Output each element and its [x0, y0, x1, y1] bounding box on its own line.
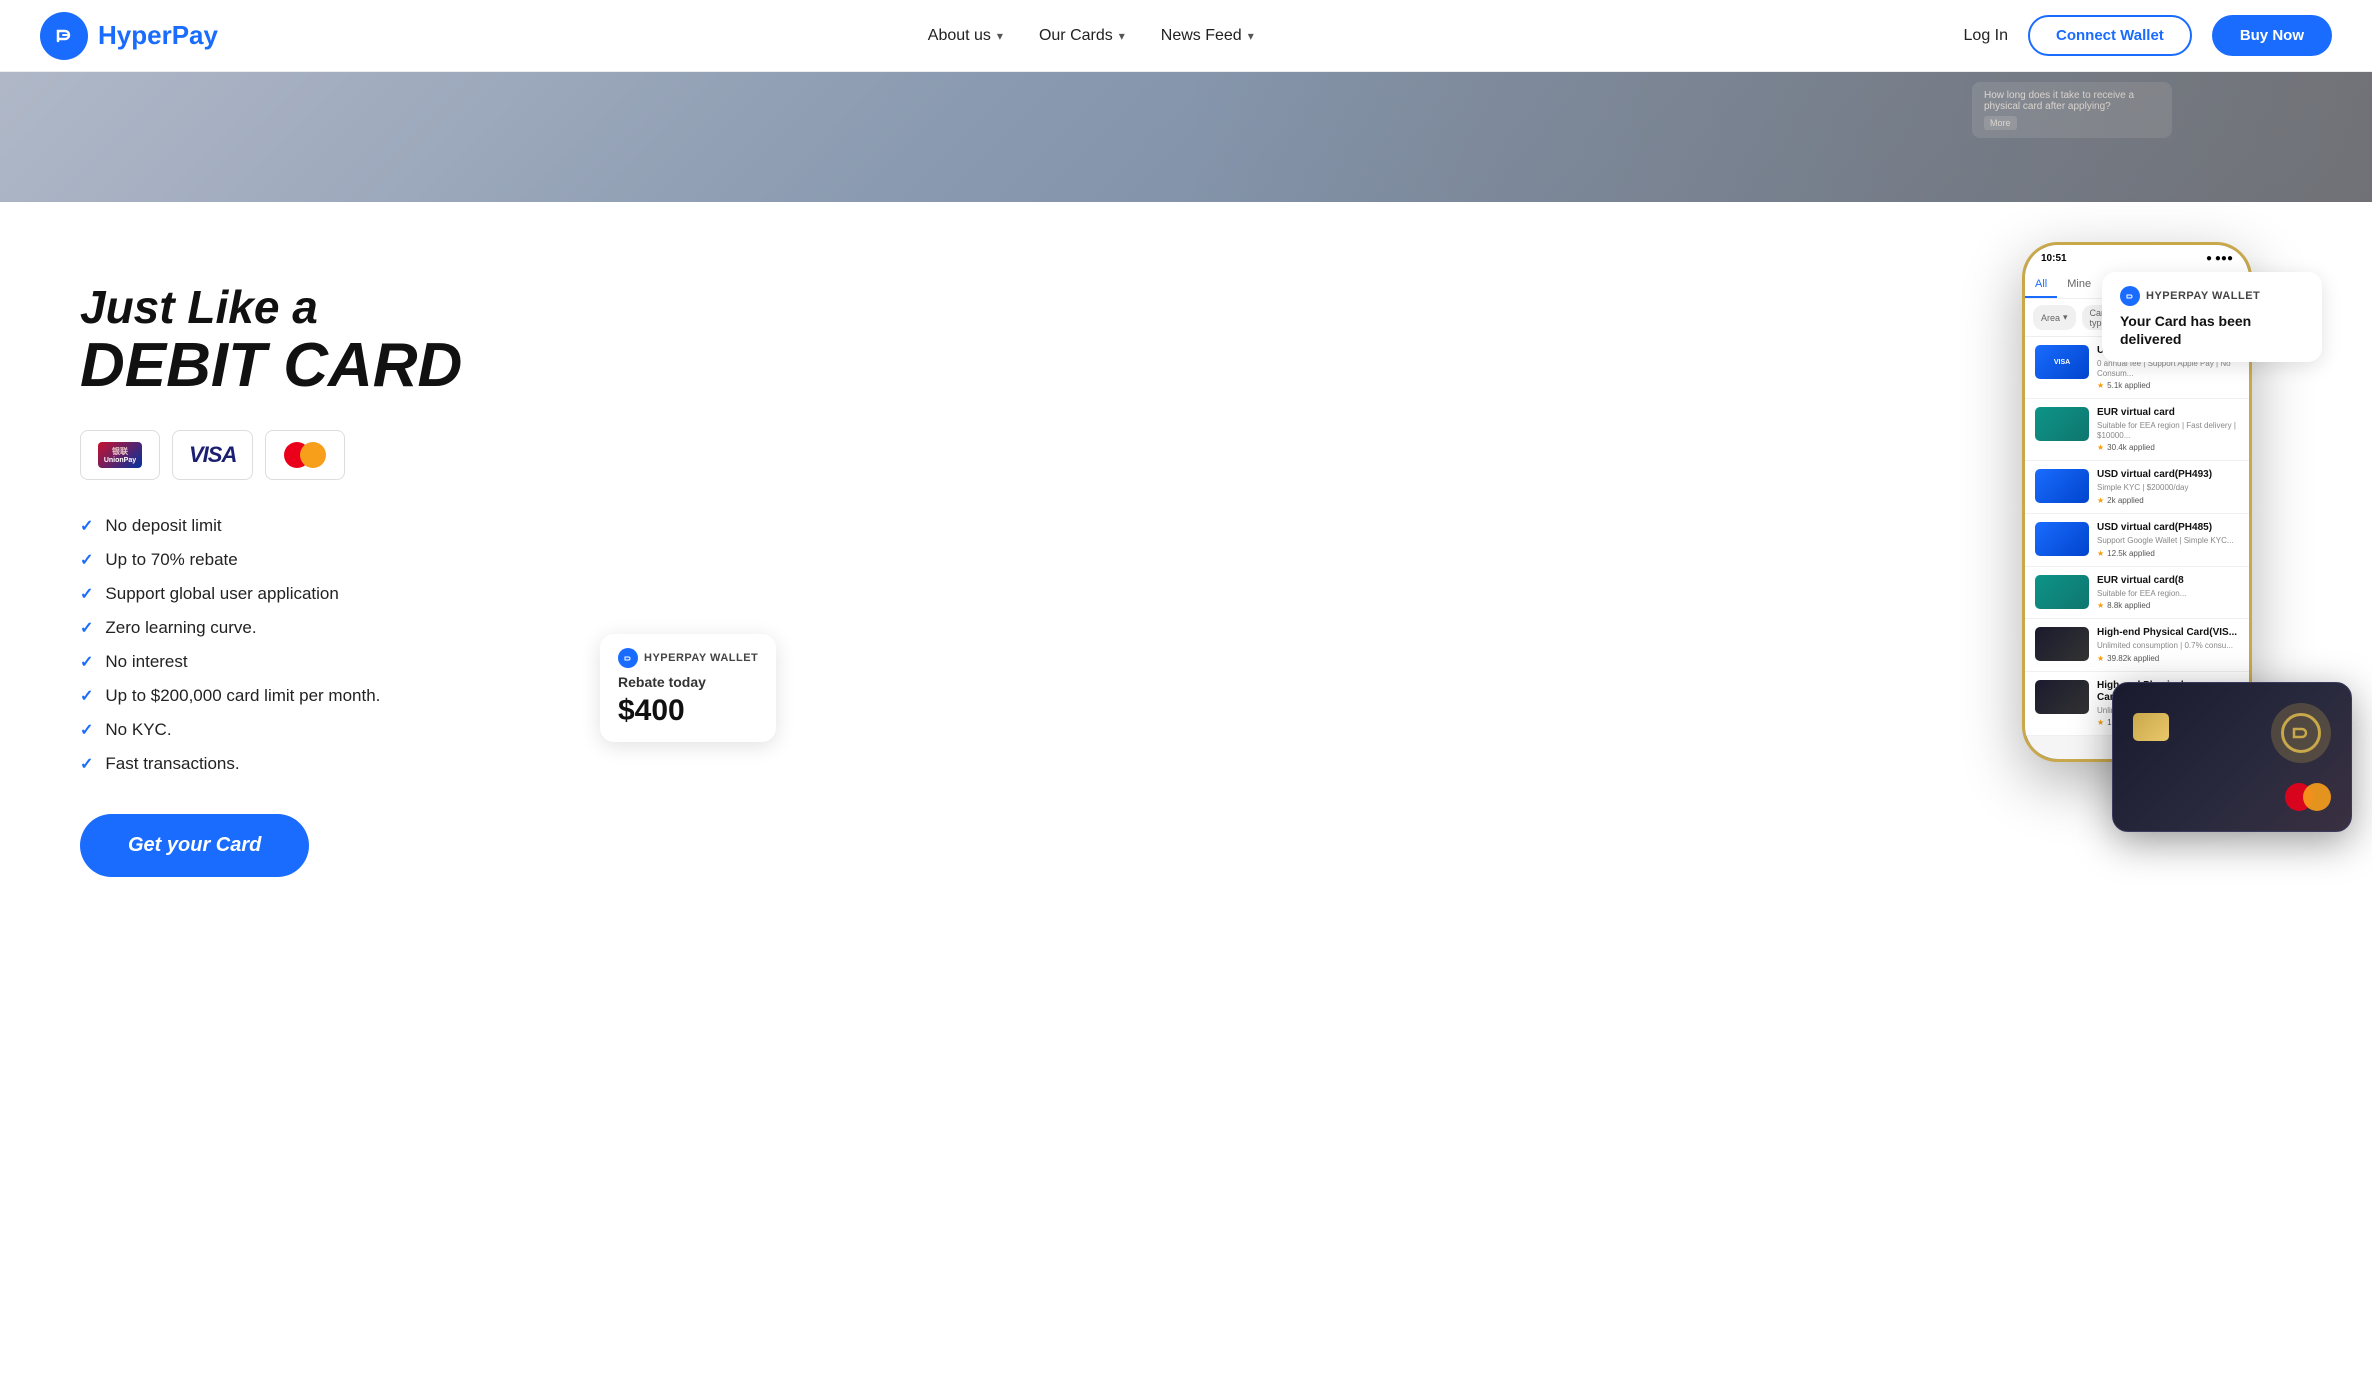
- unionpay-logo: 银联 UnionPay: [98, 442, 142, 468]
- main-section: Just Like a DEBIT CARD 银联 UnionPay VISA: [0, 202, 2372, 937]
- notif-rebate-logo: [618, 648, 638, 668]
- logo-icon: [40, 12, 88, 60]
- card-thumb: [2035, 680, 2089, 714]
- card-info: EUR virtual card Suitable for EEA region…: [2097, 407, 2239, 452]
- check-icon: ✓: [80, 550, 93, 570]
- filter-area[interactable]: Area ▾: [2033, 305, 2076, 330]
- notif-logo: [2120, 286, 2140, 306]
- phone-tab-all[interactable]: All: [2025, 272, 2057, 298]
- card-info: USD virtual card(PH493) Simple KYC | $20…: [2097, 469, 2239, 505]
- list-item: ✓ No interest: [80, 652, 560, 672]
- card-thumb: [2035, 627, 2089, 661]
- navbar: HyperPay About us ▾ Our Cards ▾ News Fee…: [0, 0, 2372, 72]
- check-icon: ✓: [80, 618, 93, 638]
- phone-icons: ● ●●●: [2206, 253, 2233, 264]
- notif-rebate-label: Rebate today: [618, 674, 758, 690]
- nav-links: About us ▾ Our Cards ▾ News Feed ▾: [928, 27, 1254, 45]
- card-logo-circle: [2271, 703, 2331, 763]
- check-icon: ✓: [80, 516, 93, 536]
- left-content: Just Like a DEBIT CARD 银联 UnionPay VISA: [80, 262, 560, 877]
- card-chip: [2133, 713, 2169, 741]
- card-info: USD virtual card(PH485) Support Google W…: [2097, 522, 2239, 558]
- connect-wallet-button[interactable]: Connect Wallet: [2028, 15, 2192, 56]
- right-content: HYPERPAY WALLET Your Card has been deliv…: [600, 262, 2312, 842]
- get-card-button[interactable]: Get your Card: [80, 814, 309, 877]
- card-thumb: [2035, 407, 2089, 441]
- headline: Just Like a DEBIT CARD: [80, 282, 560, 398]
- card-thumb: [2035, 522, 2089, 556]
- visa-logo: VISA: [189, 442, 236, 468]
- notification-delivered: HYPERPAY WALLET Your Card has been deliv…: [2102, 272, 2322, 362]
- card-thumb: [2035, 575, 2089, 609]
- card-logos: 银联 UnionPay VISA: [80, 430, 560, 480]
- card-thumb: [2035, 469, 2089, 503]
- list-item: ✓ No KYC.: [80, 720, 560, 740]
- list-item: ✓ No deposit limit: [80, 516, 560, 536]
- check-icon: ✓: [80, 652, 93, 672]
- nav-our-cards[interactable]: Our Cards ▾: [1039, 27, 1125, 45]
- log-in-button[interactable]: Log In: [1964, 27, 2008, 45]
- list-item: ✓ Zero learning curve.: [80, 618, 560, 638]
- nav-about-us[interactable]: About us ▾: [928, 27, 1003, 45]
- notif-header: HYPERPAY WALLET: [2120, 286, 2304, 306]
- features-list: ✓ No deposit limit ✓ Up to 70% rebate ✓ …: [80, 516, 560, 774]
- notif-delivered-message: Your Card has been delivered: [2120, 312, 2304, 348]
- card-info: High-end Physical Card(VIS... Unlimited …: [2097, 627, 2239, 663]
- card-thumb: VISA: [2035, 345, 2089, 379]
- mastercard-badge: [265, 430, 345, 480]
- hyperpay-card-logo: [2281, 713, 2321, 753]
- list-item: ✓ Fast transactions.: [80, 754, 560, 774]
- physical-card: [2112, 682, 2352, 832]
- unionpay-badge: 银联 UnionPay: [80, 430, 160, 480]
- phone-time: 10:51: [2041, 253, 2067, 264]
- logo[interactable]: HyperPay: [40, 12, 218, 60]
- hero-banner: How long does it take to receive a physi…: [0, 72, 2372, 202]
- check-icon: ✓: [80, 720, 93, 740]
- notif-rebate-brand: HYPERPAY WALLET: [644, 652, 758, 664]
- check-icon: ✓: [80, 754, 93, 774]
- nav-news-feed[interactable]: News Feed ▾: [1161, 27, 1254, 45]
- phone-card-item: EUR virtual card Suitable for EEA region…: [2025, 399, 2249, 461]
- notif-brand: HYPERPAY WALLET: [2146, 290, 2260, 302]
- chevron-down-icon: ▾: [997, 29, 1003, 43]
- check-icon: ✓: [80, 686, 93, 706]
- phone-card-item: EUR virtual card(8 Suitable for EEA regi…: [2025, 567, 2249, 620]
- notif-rebate-amount: $400: [618, 694, 758, 728]
- buy-now-button[interactable]: Buy Now: [2212, 15, 2332, 56]
- phone-card-item: USD virtual card(PH485) Support Google W…: [2025, 514, 2249, 567]
- chevron-down-icon: ▾: [1248, 29, 1254, 43]
- card-info: EUR virtual card(8 Suitable for EEA regi…: [2097, 575, 2239, 611]
- phone-status-bar: 10:51 ● ●●●: [2025, 245, 2249, 272]
- phone-card-item: USD virtual card(PH493) Simple KYC | $20…: [2025, 461, 2249, 514]
- list-item: ✓ Up to $200,000 card limit per month.: [80, 686, 560, 706]
- visa-badge: VISA: [172, 430, 253, 480]
- headline-line2: DEBIT CARD: [80, 333, 560, 398]
- nav-actions: Log In Connect Wallet Buy Now: [1964, 15, 2332, 56]
- notif-rebate-header: HYPERPAY WALLET: [618, 648, 758, 668]
- logo-text: HyperPay: [98, 20, 218, 51]
- list-item: ✓ Support global user application: [80, 584, 560, 604]
- list-item: ✓ Up to 70% rebate: [80, 550, 560, 570]
- notification-rebate: HYPERPAY WALLET Rebate today $400: [600, 634, 776, 742]
- mastercard-logo: [284, 442, 326, 468]
- check-icon: ✓: [80, 584, 93, 604]
- mastercard-on-card: [2285, 783, 2331, 811]
- headline-line1: Just Like a: [80, 282, 560, 333]
- chevron-down-icon: ▾: [1119, 29, 1125, 43]
- phone-tab-mine[interactable]: Mine: [2057, 272, 2101, 298]
- phone-card-item: High-end Physical Card(VIS... Unlimited …: [2025, 619, 2249, 672]
